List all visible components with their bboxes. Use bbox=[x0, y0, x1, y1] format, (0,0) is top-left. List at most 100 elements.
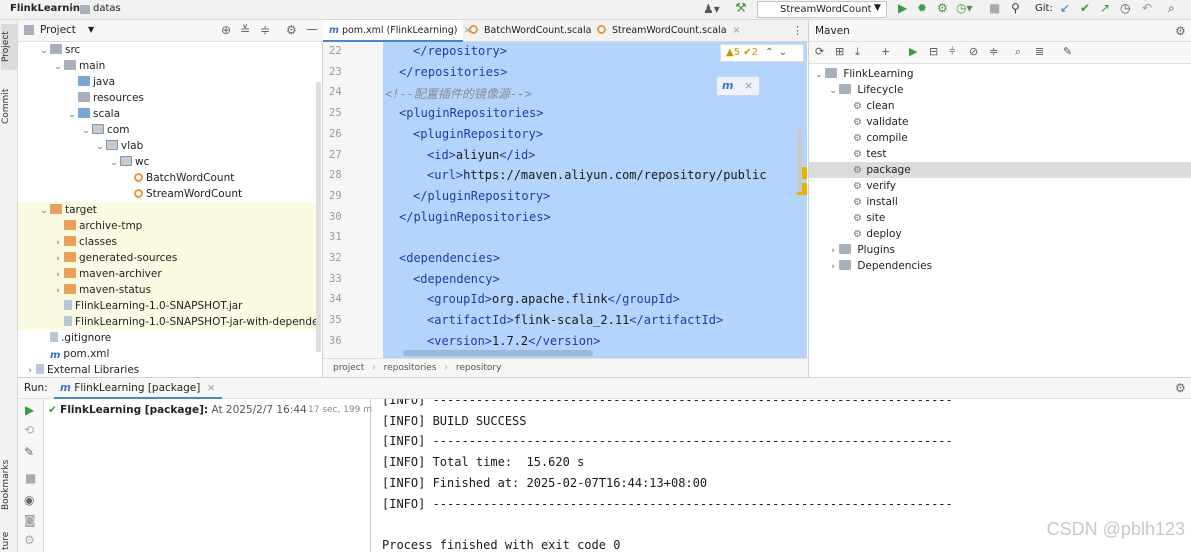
chevron-down-icon[interactable]: ⌄ bbox=[94, 139, 106, 155]
tree-item[interactable]: resources bbox=[18, 90, 316, 106]
debug-icon[interactable]: ✹ bbox=[917, 1, 927, 15]
gear-icon[interactable]: ⚙ bbox=[1175, 381, 1186, 395]
close-icon[interactable]: × bbox=[207, 382, 216, 394]
breadcrumb-item[interactable]: project bbox=[333, 363, 364, 373]
git-commit-icon[interactable]: ✔ bbox=[1080, 1, 1090, 15]
maven-reload-icon[interactable]: m bbox=[722, 79, 733, 92]
hide-icon[interactable]: — bbox=[306, 22, 318, 36]
tree-item[interactable]: ⌄ com bbox=[18, 122, 316, 138]
close-icon[interactable]: × bbox=[733, 25, 741, 36]
breadcrumb-item[interactable]: repositories bbox=[384, 363, 437, 373]
chevron-down-icon[interactable]: ⌄ bbox=[80, 123, 92, 139]
project-view-select[interactable]: Project bbox=[40, 24, 76, 36]
tree-item[interactable]: StreamWordCount bbox=[18, 186, 316, 202]
analyze-icon[interactable]: ⌕ bbox=[1015, 45, 1021, 59]
horizontal-scrollbar[interactable] bbox=[403, 350, 593, 356]
tree-item[interactable]: › External Libraries bbox=[18, 362, 316, 377]
scrollbar[interactable] bbox=[316, 82, 321, 352]
tree-item[interactable]: ⌄ src bbox=[18, 42, 316, 58]
tree-item[interactable]: ⌄ target bbox=[18, 202, 316, 218]
chevron-right-icon[interactable]: › bbox=[827, 259, 839, 275]
chevron-right-icon[interactable]: › bbox=[52, 283, 64, 299]
stop-icon[interactable]: ■ bbox=[25, 471, 36, 485]
breadcrumb-item[interactable]: repository bbox=[456, 363, 502, 373]
settings-icon[interactable]: ⚙ bbox=[24, 533, 35, 547]
git-push-icon[interactable]: ↗ bbox=[1100, 1, 1110, 15]
chevron-right-icon[interactable]: › bbox=[52, 235, 64, 251]
camera-icon[interactable]: ◙ bbox=[24, 513, 36, 527]
chevron-down-icon[interactable]: ▼ bbox=[88, 25, 94, 34]
maven-tree-item[interactable]: › Dependencies bbox=[809, 258, 1191, 274]
structure-tool-tab[interactable]: ture bbox=[1, 530, 17, 552]
rollback-icon[interactable]: ↶ bbox=[1142, 1, 1152, 15]
chevron-down-icon[interactable]: ⌄ bbox=[813, 67, 825, 83]
maven-tree-item[interactable]: ⚙ deploy bbox=[809, 226, 1191, 242]
tree-item[interactable]: › maven-status bbox=[18, 282, 316, 298]
gear-icon[interactable]: ⚙ bbox=[286, 23, 297, 37]
add-icon[interactable]: + bbox=[881, 45, 890, 58]
stop-icon[interactable]: ■ bbox=[989, 1, 1000, 15]
chevron-down-icon[interactable]: ⌄ bbox=[779, 47, 787, 58]
reload-icon[interactable]: ⟳ bbox=[815, 45, 824, 58]
chevron-down-icon[interactable]: ⌄ bbox=[66, 107, 78, 123]
search-icon[interactable]: ⌕ bbox=[1168, 1, 1175, 16]
run-config-icon[interactable]: ⊟ bbox=[929, 45, 938, 58]
bookmarks-tool-tab[interactable]: Bookmarks bbox=[1, 456, 17, 514]
profile-icon[interactable]: ◷▾ bbox=[956, 1, 973, 15]
wrench-icon[interactable]: ✎ bbox=[1063, 45, 1072, 58]
tree-item[interactable]: FlinkLearning-1.0-SNAPSHOT.jar bbox=[18, 298, 316, 314]
download-icon[interactable]: ⤓ bbox=[855, 45, 860, 59]
commit-tool-tab[interactable]: Commit bbox=[1, 82, 17, 130]
git-update-icon[interactable]: ↙ bbox=[1060, 1, 1070, 15]
rerun-icon[interactable]: ▶ bbox=[25, 403, 34, 417]
chevron-down-icon[interactable]: ⌄ bbox=[52, 59, 64, 75]
maven-tree-item[interactable]: › Plugins bbox=[809, 242, 1191, 258]
maven-tree-item[interactable]: ⚙ compile bbox=[809, 130, 1191, 146]
more-tabs-icon[interactable]: ⋮ bbox=[792, 24, 803, 37]
tab-pom-xml[interactable]: m pom.xml (FlinkLearning) × bbox=[323, 20, 472, 42]
eye-icon[interactable]: ◉ bbox=[24, 493, 34, 507]
tree-item[interactable]: FlinkLearning-1.0-SNAPSHOT-jar-with-depe… bbox=[18, 314, 316, 330]
collapse-all-icon[interactable]: ≑ bbox=[260, 23, 270, 37]
chevron-down-icon[interactable]: ⌄ bbox=[108, 155, 120, 171]
tree-item[interactable]: › maven-archiver bbox=[18, 266, 316, 282]
run-icon[interactable]: ▶ bbox=[909, 45, 917, 58]
locate-icon[interactable]: ⊕ bbox=[221, 23, 231, 37]
gear-icon[interactable]: ⚙ bbox=[1175, 20, 1186, 42]
run-icon[interactable]: ▶ bbox=[898, 1, 907, 15]
tree-item[interactable]: › classes bbox=[18, 234, 316, 250]
scrollbar[interactable] bbox=[797, 130, 802, 192]
tab-streamwordcount[interactable]: StreamWordCount.scala × bbox=[591, 20, 741, 42]
toggle-offline-icon[interactable]: ⫩ bbox=[949, 45, 955, 59]
diagram-icon[interactable]: ≣ bbox=[1035, 45, 1044, 58]
maven-tree-item[interactable]: ⚙ clean bbox=[809, 98, 1191, 114]
chevron-right-icon[interactable]: › bbox=[52, 267, 64, 283]
expand-all-icon[interactable]: ≚ bbox=[240, 23, 250, 37]
tree-item[interactable]: BatchWordCount bbox=[18, 170, 316, 186]
maven-tree-item[interactable]: ⚙ validate bbox=[809, 114, 1191, 130]
run-tree-item[interactable]: ✔ FlinkLearning [package]: At 2025/2/7 1… bbox=[48, 402, 377, 418]
chevron-down-icon[interactable]: ⌄ bbox=[38, 203, 50, 219]
tree-item[interactable]: archive-tmp bbox=[18, 218, 316, 234]
chevron-up-icon[interactable]: ⌃ bbox=[765, 47, 773, 58]
restart-icon[interactable]: ⟲ bbox=[24, 423, 34, 437]
breadcrumb-project[interactable]: FlinkLearning bbox=[10, 3, 87, 14]
maven-reload-popup[interactable]: m × bbox=[716, 76, 760, 96]
coverage-icon[interactable]: ⚙ bbox=[937, 1, 948, 15]
tree-item[interactable]: m pom.xml bbox=[18, 346, 316, 362]
project-tool-tab[interactable]: Project bbox=[1, 24, 17, 70]
chevron-down-icon[interactable]: ⌄ bbox=[827, 83, 839, 99]
pin-icon[interactable]: ⚲ bbox=[1011, 1, 1020, 15]
inspection-widget[interactable]: ▲5 ✔2 ⌃ ⌄ bbox=[720, 44, 804, 62]
maven-tree-item[interactable]: ⚙ test bbox=[809, 146, 1191, 162]
tree-item[interactable]: ⌄ main bbox=[18, 58, 316, 74]
tab-batchwordcount[interactable]: BatchWordCount.scala × bbox=[463, 20, 605, 42]
maven-tree-item[interactable]: ⌄ FlinkLearning bbox=[809, 66, 1191, 82]
skip-tests-icon[interactable]: ⊘ bbox=[969, 45, 978, 58]
user-icon[interactable]: ♟▾ bbox=[703, 2, 720, 16]
tree-item[interactable]: java bbox=[18, 74, 316, 90]
chevron-down-icon[interactable]: ⌄ bbox=[38, 43, 50, 59]
tree-item[interactable]: ⌄ scala bbox=[18, 106, 316, 122]
tree-item[interactable]: .gitignore bbox=[18, 330, 316, 346]
chevron-right-icon[interactable]: › bbox=[827, 243, 839, 259]
